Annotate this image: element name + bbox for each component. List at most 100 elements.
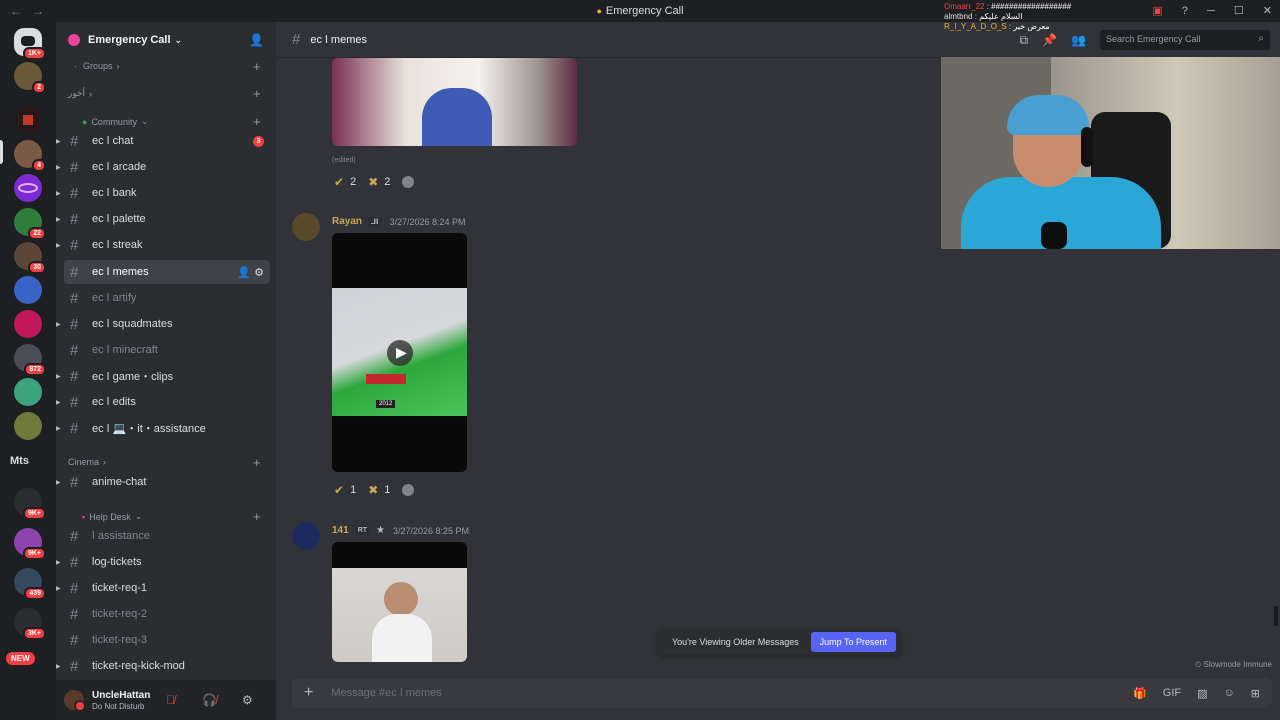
members-icon[interactable]: 👥	[1071, 33, 1086, 47]
headphones-muted-icon[interactable]: 🎧̸	[202, 693, 217, 707]
home-button[interactable]: 1K+	[14, 28, 46, 60]
server-icon-3[interactable]: 4	[14, 140, 46, 172]
server-badge: 30	[28, 261, 46, 274]
user-avatar[interactable]	[64, 690, 86, 712]
help-icon[interactable]: ?	[1182, 5, 1188, 17]
gift-icon[interactable]: 🎁	[1133, 687, 1147, 700]
channel-ec-streak[interactable]: ▶ # ec ǀ streak	[56, 233, 270, 257]
threads-icon[interactable]: ⧉	[1020, 33, 1029, 48]
channel-ec-memes[interactable]: # ec ǀ memes 👤 ⚙	[64, 260, 270, 284]
server-badge: 22	[28, 227, 46, 240]
close-button[interactable]: ✕	[1263, 5, 1272, 17]
minimize-button[interactable]: ─	[1207, 5, 1215, 17]
server-badge: 9K+	[22, 547, 46, 560]
server-badge: 9K+	[22, 507, 46, 520]
check-icon: ✔	[334, 175, 345, 189]
category-help-desk[interactable]: ▪ Help Desk ⌄ +	[68, 509, 261, 524]
channel-ec-edits[interactable]: ▶ # ec ǀ edits	[56, 390, 270, 414]
channel-log-tickets[interactable]: ▶ # log-tickets	[56, 550, 270, 574]
channel-ticket-req-kick-mod[interactable]: ▶ # ticket-req-kick-mod	[56, 654, 270, 678]
channel-ec-it-assistance[interactable]: ▶ # ec ǀ 💻・it・assistance	[56, 416, 270, 440]
message-input[interactable]: Message #ec ǀ memes	[331, 687, 441, 699]
channel-ec-artify[interactable]: # ec ǀ artify	[64, 286, 270, 310]
mic-muted-icon[interactable]: 🎙̸	[166, 693, 175, 707]
server-icon-1[interactable]: 2	[14, 62, 46, 94]
category-groups[interactable]: · Groups › +	[68, 59, 261, 74]
scrollbar[interactable]	[1274, 606, 1278, 626]
maximize-button[interactable]: ☐	[1234, 5, 1244, 17]
add-reaction-icon[interactable]	[402, 176, 415, 188]
channel-ec-chat[interactable]: ▶ # ec ǀ chat 3	[56, 129, 270, 153]
add-channel-icon[interactable]: +	[253, 59, 261, 74]
add-channel-icon[interactable]: +	[253, 114, 261, 129]
server-icon-6[interactable]: 30	[14, 242, 46, 274]
channel-ec-minecraft[interactable]: # ec ǀ minecraft	[64, 338, 270, 362]
pin-icon[interactable]: 📌	[1042, 33, 1057, 47]
server-icon-4[interactable]	[14, 174, 42, 202]
ticket-icon: ▪	[82, 511, 86, 522]
channel-assistance[interactable]: # ǀ assistance	[64, 524, 270, 548]
channel-ec-bank[interactable]: ▶ # ec ǀ bank	[56, 181, 270, 205]
add-user-icon[interactable]: 👤	[249, 33, 264, 47]
reaction-x[interactable]: ✖ 2	[368, 171, 390, 193]
inbox-icon[interactable]: ▣	[1152, 5, 1162, 17]
overlay-line: almtbnd : السلام عليكم	[944, 12, 1023, 21]
search-input[interactable]: Search Emergency Call ⌕	[1100, 30, 1270, 50]
author-name[interactable]: Rayan	[332, 216, 362, 227]
message-video[interactable]: ▶ 2012	[332, 233, 467, 472]
server-icon-9[interactable]: 872	[14, 344, 46, 376]
add-attachment-icon[interactable]: +	[304, 684, 313, 702]
author-avatar[interactable]	[292, 213, 320, 241]
server-icon-5[interactable]: 22	[14, 208, 46, 240]
server-icon-2[interactable]	[14, 106, 42, 134]
server-icon-14[interactable]: 439	[14, 568, 46, 600]
reaction-check[interactable]: ✔ 1	[334, 479, 356, 501]
server-icon-12[interactable]: 9K+	[14, 488, 46, 520]
server-icon-7[interactable]	[14, 276, 42, 304]
category-community[interactable]: ● Community ⌄ +	[68, 114, 261, 129]
channel-ec-game-clips[interactable]: ▶ # ec ǀ game・clips	[56, 364, 270, 388]
server-icon-11[interactable]	[14, 412, 42, 440]
server-folder-mts[interactable]: Mts	[10, 455, 29, 467]
gif-icon[interactable]: GIF	[1163, 687, 1181, 700]
sticker-icon[interactable]: ▨	[1197, 687, 1207, 700]
channel-ticket-req-3[interactable]: # ticket-req-3	[64, 628, 270, 652]
apps-icon[interactable]: ⊞	[1251, 687, 1260, 700]
gear-icon[interactable]: ⚙	[254, 267, 264, 279]
channel-ec-arcade[interactable]: ▶ # ec ǀ arcade	[56, 155, 270, 179]
add-channel-icon[interactable]: +	[253, 455, 261, 470]
channel-ticket-req-1[interactable]: ▶ # ticket-req-1	[56, 576, 270, 600]
play-icon[interactable]: ▶	[387, 340, 413, 366]
gear-icon[interactable]: ⚙	[242, 693, 253, 707]
new-badge[interactable]: NEW	[6, 652, 35, 665]
server-icon-10[interactable]	[14, 378, 42, 406]
channel-ec-squadmates[interactable]: ▶ # ec ǀ squadmates	[56, 312, 270, 336]
add-channel-icon[interactable]: +	[253, 509, 261, 524]
x-icon: ✖	[368, 175, 379, 189]
invite-icon[interactable]: 👤	[237, 267, 251, 279]
add-channel-icon[interactable]: +	[253, 86, 261, 101]
channel-ec-palette[interactable]: ▶ # ec ǀ palette	[56, 207, 270, 231]
message-composer[interactable]: + Message #ec ǀ memes 🎁 GIF ▨ ☺ ⊞	[292, 678, 1272, 708]
server-icon-8[interactable]	[14, 310, 42, 338]
category-akhor[interactable]: أخور › +	[68, 86, 261, 101]
reaction-check[interactable]: ✔ 2	[334, 171, 356, 193]
username[interactable]: UncleHattan	[92, 690, 150, 702]
channel-anime-chat[interactable]: ▶ # anime-chat	[56, 470, 270, 494]
message-image[interactable]	[332, 58, 577, 146]
jump-to-present-button[interactable]: Jump To Present	[810, 632, 896, 652]
add-reaction-icon[interactable]	[402, 484, 415, 496]
chevron-down-icon: ⌄	[174, 34, 183, 45]
message-video[interactable]	[332, 542, 467, 662]
star-icon: ★	[376, 525, 385, 536]
channel-ticket-req-2[interactable]: # ticket-req-2	[64, 602, 270, 626]
emoji-icon[interactable]: ☺	[1224, 687, 1235, 700]
server-header[interactable]: Emergency Call ⌄ 👤	[56, 22, 276, 58]
author-name[interactable]: 141	[332, 525, 349, 536]
server-icon-15[interactable]: 3K+	[14, 608, 46, 640]
reaction-x[interactable]: ✖ 1	[368, 479, 390, 501]
server-icon-13[interactable]: 9K+	[14, 528, 46, 560]
channel-title: ec ǀ memes	[310, 33, 367, 46]
author-avatar[interactable]	[292, 522, 320, 550]
category-cinema[interactable]: Cinema › +	[68, 455, 261, 470]
